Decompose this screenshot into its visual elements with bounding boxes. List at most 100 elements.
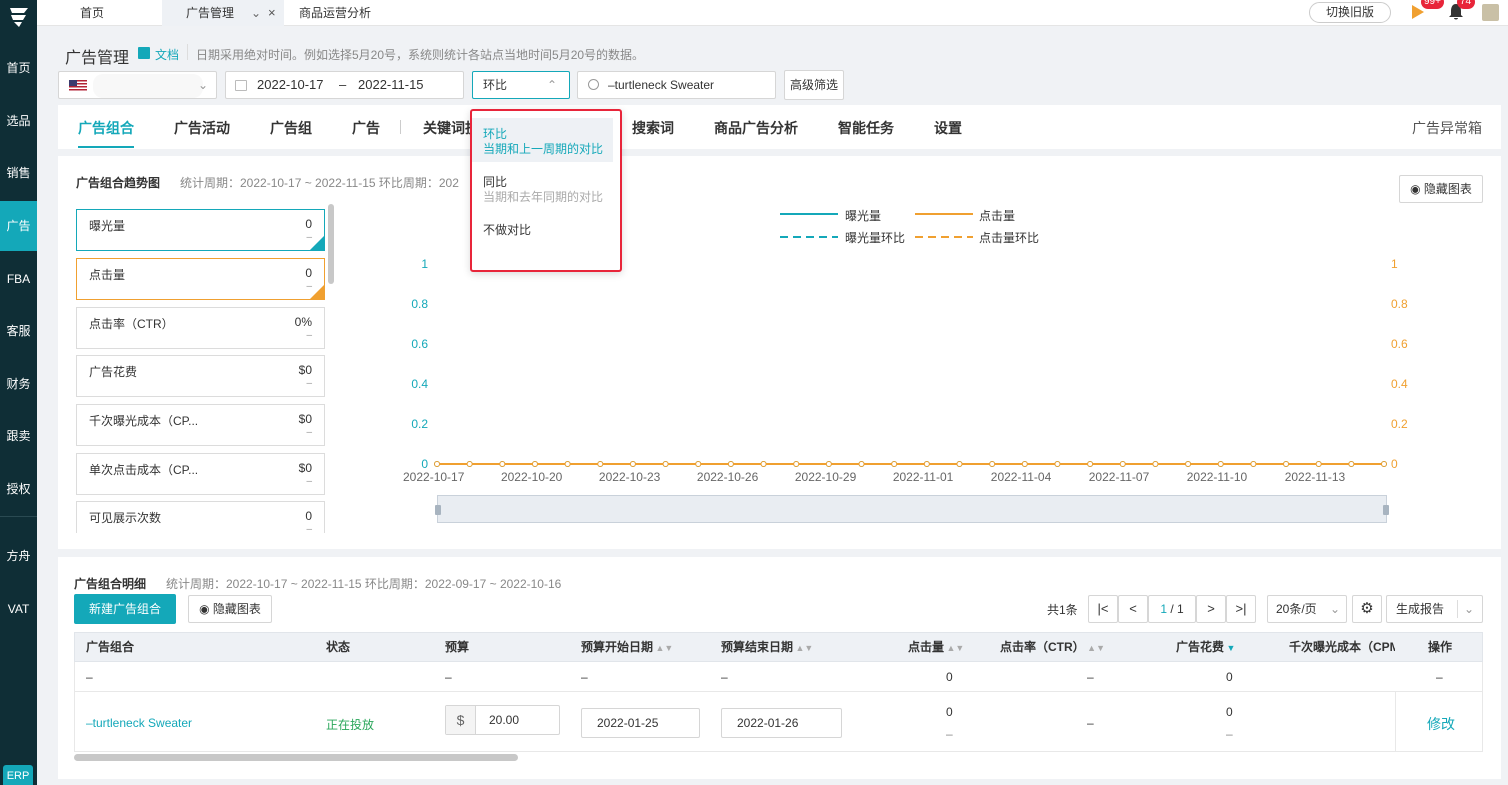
summary-cell: – bbox=[721, 670, 728, 684]
col-header-status: 状态 bbox=[326, 640, 351, 654]
page-total: / 1 bbox=[1170, 602, 1184, 616]
gear-icon[interactable]: ⚙ bbox=[1352, 595, 1382, 623]
clicks-value: 0 bbox=[946, 705, 953, 719]
summary-cell: – bbox=[1436, 670, 1443, 684]
detail-hide-chart-button[interactable]: ◉ 隐藏图表 bbox=[188, 595, 272, 623]
summary-cell: – bbox=[86, 670, 93, 684]
new-portfolio-button[interactable]: 新建广告组合 bbox=[74, 594, 176, 624]
budget-start-date-input[interactable]: 2022-01-25 bbox=[581, 708, 700, 738]
data-point[interactable] bbox=[1119, 461, 1126, 467]
hide-chart-label: 隐藏图表 bbox=[212, 602, 261, 616]
col-header-label: 广告花费 bbox=[1176, 640, 1225, 654]
eye-icon: ◉ bbox=[199, 602, 210, 616]
compare-option-mom[interactable]: 环比 当期和上一周期的对比 bbox=[472, 118, 613, 162]
first-page-button[interactable]: |< bbox=[1088, 595, 1118, 623]
col-header-portfolio: 广告组合 bbox=[86, 640, 135, 654]
data-point[interactable] bbox=[891, 461, 898, 467]
next-page-button[interactable]: > bbox=[1196, 595, 1226, 623]
spend-value: 0 bbox=[1226, 705, 1233, 719]
generate-report-button[interactable]: 生成报告 ⌄ bbox=[1386, 595, 1483, 623]
chart-zoom-slider[interactable] bbox=[435, 495, 1389, 523]
data-point[interactable] bbox=[1217, 461, 1224, 467]
data-point[interactable] bbox=[1054, 461, 1061, 467]
summary-cell: – bbox=[1087, 670, 1094, 684]
edit-link[interactable]: 修改 bbox=[1427, 714, 1455, 734]
data-point[interactable] bbox=[1087, 461, 1094, 467]
data-point[interactable] bbox=[564, 461, 571, 467]
sort-icon: ▲▼ bbox=[1084, 643, 1105, 653]
data-point[interactable] bbox=[858, 461, 865, 467]
col-header-budget-end[interactable]: 预算结束日期 ▲▼ bbox=[721, 632, 813, 662]
option-desc: 当期和去年同期的对比 bbox=[483, 190, 604, 204]
data-point[interactable] bbox=[1250, 461, 1257, 467]
total-count: 共1条 bbox=[1047, 603, 1078, 617]
data-point[interactable] bbox=[434, 461, 440, 467]
sort-desc-icon: ▼ bbox=[1224, 643, 1236, 653]
summary-row bbox=[74, 662, 1483, 692]
data-point[interactable] bbox=[1283, 461, 1290, 467]
summary-cell: – bbox=[445, 670, 452, 684]
chevron-down-icon: ⌄ bbox=[1329, 602, 1340, 616]
sort-icon: ▲▼ bbox=[944, 643, 965, 653]
generate-report-label: 生成报告 bbox=[1396, 602, 1445, 616]
col-header-spend[interactable]: 广告花费 ▼ bbox=[1176, 632, 1235, 662]
page-current: 1 bbox=[1160, 602, 1167, 616]
ctr-value: – bbox=[1087, 716, 1094, 730]
option-label: 不做对比 bbox=[483, 223, 532, 237]
col-header-budget-start[interactable]: 预算开始日期 ▲▼ bbox=[581, 632, 673, 662]
data-point[interactable] bbox=[466, 461, 473, 467]
zoom-handle-right[interactable] bbox=[1383, 505, 1389, 515]
data-point[interactable] bbox=[662, 461, 669, 467]
sticky-column-divider bbox=[1395, 692, 1396, 752]
data-point[interactable] bbox=[760, 461, 767, 467]
data-point[interactable] bbox=[629, 461, 636, 467]
zoom-handle-left[interactable] bbox=[435, 505, 441, 515]
detail-title: 广告组合明细 bbox=[74, 577, 147, 591]
summary-cell: – bbox=[581, 670, 588, 684]
data-point[interactable] bbox=[531, 461, 538, 467]
prev-page-button[interactable]: < bbox=[1118, 595, 1148, 623]
data-point[interactable] bbox=[727, 461, 734, 467]
table-horizontal-scrollbar[interactable] bbox=[74, 754, 518, 761]
compare-option-none[interactable]: 不做对比 bbox=[472, 214, 613, 244]
data-point[interactable] bbox=[1315, 461, 1322, 467]
col-header-label: 预算结束日期 bbox=[721, 640, 794, 654]
option-desc: 当期和上一周期的对比 bbox=[483, 142, 604, 156]
page-indicator[interactable]: 1 / 1 bbox=[1148, 595, 1196, 623]
summary-cell: 0 bbox=[1226, 670, 1233, 684]
summary-cell: 0 bbox=[946, 670, 953, 684]
col-header-cpm: 千次曝光成本（CPM bbox=[1289, 640, 1395, 654]
data-point[interactable] bbox=[956, 461, 963, 467]
data-point[interactable] bbox=[1185, 461, 1192, 467]
currency-prefix: $ bbox=[446, 706, 476, 734]
sort-icon: ▲▼ bbox=[653, 643, 674, 653]
page-size-value: 20条/页 bbox=[1276, 602, 1317, 616]
data-point[interactable] bbox=[597, 461, 604, 467]
col-header-clicks[interactable]: 点击量 ▲▼ bbox=[908, 632, 964, 662]
sort-icon: ▲▼ bbox=[793, 643, 814, 653]
portfolio-name-link[interactable]: –turtleneck Sweater bbox=[86, 716, 192, 730]
compare-option-yoy[interactable]: 同比 当期和去年同期的对比 bbox=[472, 166, 613, 210]
budget-input[interactable]: $ 20.00 bbox=[445, 705, 560, 735]
data-point[interactable] bbox=[793, 461, 800, 467]
data-point[interactable] bbox=[923, 461, 930, 467]
clicks-compare: – bbox=[946, 727, 953, 741]
detail-period: 统计周期：2022-10-17 ~ 2022-11-15 环比周期：2022-0… bbox=[166, 577, 562, 591]
data-point[interactable] bbox=[825, 461, 832, 467]
data-point[interactable] bbox=[1152, 461, 1159, 467]
col-header-label: 点击率（CTR） bbox=[1000, 640, 1085, 654]
data-point[interactable] bbox=[1348, 461, 1355, 467]
col-header-budget: 预算 bbox=[445, 640, 470, 654]
status-badge: 正在投放 bbox=[326, 718, 375, 732]
last-page-button[interactable]: >| bbox=[1226, 595, 1256, 623]
budget-end-date-input[interactable]: 2022-01-26 bbox=[721, 708, 842, 738]
data-point[interactable] bbox=[1021, 461, 1028, 467]
col-header-label: 点击量 bbox=[908, 640, 945, 654]
data-point[interactable] bbox=[695, 461, 702, 467]
page-size-select[interactable]: 20条/页 ⌄ bbox=[1267, 595, 1347, 623]
data-point[interactable] bbox=[989, 461, 996, 467]
col-header-action: 操作 bbox=[1428, 640, 1453, 654]
col-header-ctr[interactable]: 点击率（CTR） ▲▼ bbox=[1000, 632, 1105, 662]
data-point[interactable] bbox=[499, 461, 506, 467]
data-point[interactable] bbox=[1381, 461, 1387, 467]
